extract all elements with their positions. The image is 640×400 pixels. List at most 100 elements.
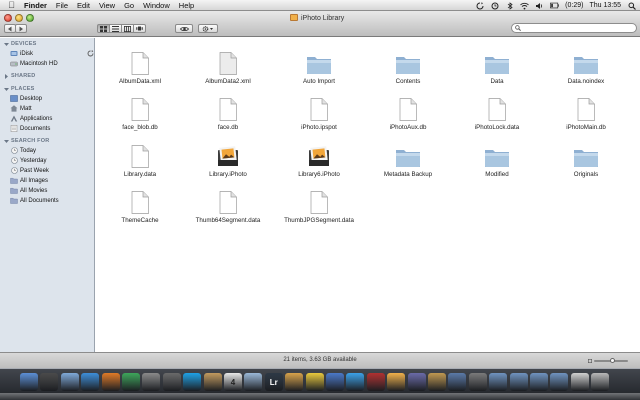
file-item[interactable]: face_blob.db: [100, 97, 180, 131]
file-name[interactable]: Thumb64Segment.data: [196, 217, 261, 224]
folder-icon[interactable]: [484, 144, 510, 168]
cover-flow-button[interactable]: [133, 24, 146, 33]
battery-icon[interactable]: [550, 2, 559, 10]
iphoto-library-icon[interactable]: [215, 144, 241, 168]
finder-icon[interactable]: [20, 373, 38, 391]
sidebar-item-desktop[interactable]: Desktop: [10, 94, 42, 103]
lock-icon[interactable]: [142, 373, 161, 391]
trash-icon[interactable]: [591, 373, 610, 391]
file-item[interactable]: face.db: [188, 97, 268, 131]
file-name[interactable]: ThemeCache: [121, 217, 158, 224]
file-item[interactable]: Library.data: [100, 144, 180, 178]
file-name[interactable]: iPhoto.ipspot: [301, 124, 337, 131]
bluetooth-icon[interactable]: [505, 1, 514, 10]
minimize-button[interactable]: [15, 14, 23, 22]
file-name[interactable]: Data.noindex: [568, 78, 604, 85]
battery-time[interactable]: (0:29): [565, 2, 583, 9]
menu-go[interactable]: Go: [124, 1, 134, 10]
file-item[interactable]: iPhotoMain.db: [546, 97, 626, 131]
folder-icon[interactable]: [306, 51, 332, 75]
document-icon[interactable]: [215, 190, 241, 214]
file-name[interactable]: Originals: [574, 171, 598, 178]
file-name[interactable]: Modified: [485, 171, 508, 178]
folder-icon[interactable]: [395, 51, 421, 75]
file-name[interactable]: Metadata Backup: [384, 171, 432, 178]
preview-icon[interactable]: [244, 373, 263, 391]
document-icon[interactable]: [215, 51, 241, 75]
system-preferences-icon[interactable]: [468, 373, 487, 391]
file-name[interactable]: ThumbJPGSegment.data: [284, 217, 354, 224]
volume-icon[interactable]: [535, 2, 544, 10]
document-icon[interactable]: [127, 190, 153, 214]
iphoto-library-icon[interactable]: [306, 144, 332, 168]
spotlight-icon[interactable]: [627, 2, 636, 10]
file-item[interactable]: Contents: [368, 51, 448, 85]
document-icon[interactable]: [573, 97, 599, 121]
itunes-icon[interactable]: [346, 373, 365, 391]
photo-booth-icon[interactable]: [366, 373, 385, 391]
folder-icon[interactable]: [489, 373, 508, 391]
sidebar-header-search-for[interactable]: SEARCH FOR: [4, 138, 49, 144]
file-name[interactable]: Library.iPhoto: [209, 171, 247, 178]
folder-icon[interactable]: [509, 373, 528, 391]
file-name[interactable]: Library.data: [124, 171, 156, 178]
document-icon[interactable]: [127, 97, 153, 121]
folder-icon[interactable]: [573, 144, 599, 168]
action-menu-button[interactable]: [198, 24, 218, 33]
time-machine-icon[interactable]: [490, 2, 499, 10]
garageband-icon[interactable]: [428, 373, 446, 391]
menu-edit[interactable]: Edit: [77, 1, 90, 10]
skype-icon[interactable]: [183, 373, 202, 391]
mail-icon[interactable]: [60, 373, 79, 391]
address-book-icon[interactable]: [203, 373, 222, 391]
wifi-icon[interactable]: [520, 2, 529, 10]
iphoto-icon[interactable]: [387, 373, 406, 391]
chrome-icon[interactable]: [305, 373, 324, 391]
sidebar-item-applications[interactable]: Applications: [10, 114, 52, 123]
file-name[interactable]: face_blob.db: [122, 124, 157, 131]
file-item[interactable]: iPhotoLock.data: [457, 97, 537, 131]
sync-icon[interactable]: [87, 50, 94, 59]
document-icon[interactable]: [395, 97, 421, 121]
file-item[interactable]: Modified: [457, 144, 537, 178]
forward-button[interactable]: [15, 24, 27, 33]
file-name[interactable]: Data: [490, 78, 503, 85]
firefox-icon[interactable]: [101, 373, 120, 391]
file-item[interactable]: Originals: [546, 144, 626, 178]
documents-icon[interactable]: [570, 373, 589, 391]
chat-icon[interactable]: [122, 373, 140, 391]
folder-icon[interactable]: [530, 373, 548, 391]
sidebar-header-devices[interactable]: DEVICES: [4, 41, 37, 47]
document-icon[interactable]: [127, 51, 153, 75]
menu-view[interactable]: View: [99, 1, 115, 10]
sidebar-item-all-documents[interactable]: All Documents: [10, 196, 59, 205]
file-item[interactable]: iPhotoAux.db: [368, 97, 448, 131]
file-name[interactable]: Contents: [396, 78, 421, 85]
file-item[interactable]: AlbumData.xml: [100, 51, 180, 85]
safari-icon[interactable]: [81, 373, 100, 391]
quick-look-button[interactable]: [175, 24, 193, 33]
sidebar-item-macintosh-hd[interactable]: Macintosh HD: [10, 59, 58, 68]
file-item[interactable]: Thumb64Segment.data: [188, 190, 268, 224]
file-name[interactable]: Library6.iPhoto: [298, 171, 340, 178]
sidebar-item-documents[interactable]: Documents: [10, 124, 50, 133]
folder-icon[interactable]: [484, 51, 510, 75]
brush-icon[interactable]: [326, 373, 344, 391]
file-item[interactable]: ThemeCache: [100, 190, 180, 224]
time-machine-icon[interactable]: [448, 373, 467, 391]
sync-icon[interactable]: [475, 1, 484, 10]
sidebar-item-today[interactable]: Today: [10, 146, 36, 155]
search-field[interactable]: [511, 23, 637, 33]
document-icon[interactable]: [306, 190, 332, 214]
file-item[interactable]: Metadata Backup: [368, 144, 448, 178]
file-item[interactable]: AlbumData2.xml: [188, 51, 268, 85]
file-item[interactable]: ThumbJPGSegment.data: [279, 190, 359, 224]
file-name[interactable]: face.db: [218, 124, 238, 131]
menu-help[interactable]: Help: [179, 1, 194, 10]
file-name[interactable]: AlbumData2.xml: [205, 78, 250, 85]
file-name[interactable]: AlbumData.xml: [119, 78, 161, 85]
menu-file[interactable]: File: [56, 1, 68, 10]
sidebar-item-past-week[interactable]: Past Week: [10, 166, 49, 175]
apple-icon[interactable]: : [7, 0, 16, 10]
photo-icon[interactable]: [285, 373, 304, 391]
